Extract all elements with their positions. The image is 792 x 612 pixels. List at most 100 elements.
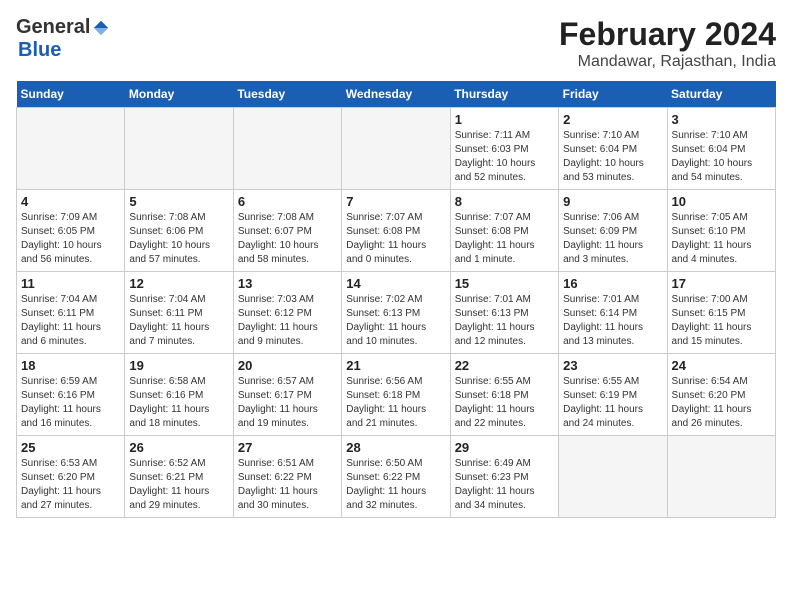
day-info: Sunrise: 6:51 AM Sunset: 6:22 PM Dayligh… — [238, 457, 337, 513]
day-number: 24 — [672, 358, 771, 373]
day-number: 27 — [238, 440, 337, 455]
calendar-day — [125, 108, 233, 190]
day-info: Sunrise: 7:02 AM Sunset: 6:13 PM Dayligh… — [346, 293, 445, 349]
day-number: 8 — [455, 194, 554, 209]
calendar-day — [342, 108, 450, 190]
day-info: Sunrise: 7:01 AM Sunset: 6:13 PM Dayligh… — [455, 293, 554, 349]
day-number: 7 — [346, 194, 445, 209]
day-number: 1 — [455, 112, 554, 127]
logo-general-text: General — [16, 16, 90, 39]
calendar-day: 5 Sunrise: 7:08 AM Sunset: 6:06 PM Daylig… — [125, 190, 233, 272]
calendar-day — [667, 436, 775, 518]
calendar-day: 17 Sunrise: 7:00 AM Sunset: 6:15 PM Dayli… — [667, 272, 775, 354]
day-number: 25 — [21, 440, 120, 455]
calendar-day: 24 Sunrise: 6:54 AM Sunset: 6:20 PM Dayli… — [667, 354, 775, 436]
day-info: Sunrise: 7:10 AM Sunset: 6:04 PM Dayligh… — [672, 129, 771, 185]
day-number: 28 — [346, 440, 445, 455]
calendar-day: 9Sunrise: 7:06 AM Sunset: 6:09 PM Daylig… — [559, 190, 667, 272]
calendar-day: 21 Sunrise: 6:56 AM Sunset: 6:18 PM Dayli… — [342, 354, 450, 436]
day-number: 26 — [129, 440, 228, 455]
calendar-table: SundayMondayTuesdayWednesdayThursdayFrid… — [16, 81, 776, 518]
day-header-monday: Monday — [125, 81, 233, 108]
calendar-week-1: 1 Sunrise: 7:11 AM Sunset: 6:03 PM Daylig… — [17, 108, 776, 190]
day-number: 19 — [129, 358, 228, 373]
calendar-day: 8Sunrise: 7:07 AM Sunset: 6:08 PM Daylig… — [450, 190, 558, 272]
day-info: Sunrise: 7:09 AM Sunset: 6:05 PM Dayligh… — [21, 211, 120, 267]
day-header-tuesday: Tuesday — [233, 81, 341, 108]
day-number: 4 — [21, 194, 120, 209]
calendar-day: 10Sunrise: 7:05 AM Sunset: 6:10 PM Dayli… — [667, 190, 775, 272]
calendar-day — [17, 108, 125, 190]
day-info: Sunrise: 6:49 AM Sunset: 6:23 PM Dayligh… — [455, 457, 554, 513]
day-info: Sunrise: 6:56 AM Sunset: 6:18 PM Dayligh… — [346, 375, 445, 431]
calendar-day: 28 Sunrise: 6:50 AM Sunset: 6:22 PM Dayli… — [342, 436, 450, 518]
day-header-wednesday: Wednesday — [342, 81, 450, 108]
calendar-day: 20 Sunrise: 6:57 AM Sunset: 6:17 PM Dayli… — [233, 354, 341, 436]
calendar-week-3: 11 Sunrise: 7:04 AM Sunset: 6:11 PM Dayli… — [17, 272, 776, 354]
calendar-day — [233, 108, 341, 190]
month-title: February 2024 — [559, 16, 776, 53]
calendar-day: 1 Sunrise: 7:11 AM Sunset: 6:03 PM Daylig… — [450, 108, 558, 190]
calendar-day: 29 Sunrise: 6:49 AM Sunset: 6:23 PM Dayli… — [450, 436, 558, 518]
calendar-day: 11 Sunrise: 7:04 AM Sunset: 6:11 PM Dayli… — [17, 272, 125, 354]
day-info: Sunrise: 7:03 AM Sunset: 6:12 PM Dayligh… — [238, 293, 337, 349]
day-number: 15 — [455, 276, 554, 291]
day-number: 21 — [346, 358, 445, 373]
calendar-day: 26 Sunrise: 6:52 AM Sunset: 6:21 PM Dayli… — [125, 436, 233, 518]
calendar-day: 27 Sunrise: 6:51 AM Sunset: 6:22 PM Dayli… — [233, 436, 341, 518]
day-info: Sunrise: 6:58 AM Sunset: 6:16 PM Dayligh… — [129, 375, 228, 431]
day-info: Sunrise: 7:08 AM Sunset: 6:06 PM Dayligh… — [129, 211, 228, 267]
title-area: February 2024 Mandawar, Rajasthan, India — [559, 16, 776, 71]
calendar-day: 3 Sunrise: 7:10 AM Sunset: 6:04 PM Daylig… — [667, 108, 775, 190]
day-info: Sunrise: 7:01 AM Sunset: 6:14 PM Dayligh… — [563, 293, 662, 349]
day-number: 22 — [455, 358, 554, 373]
day-number: 20 — [238, 358, 337, 373]
day-info: Sunrise: 6:53 AM Sunset: 6:20 PM Dayligh… — [21, 457, 120, 513]
calendar-day: 14 Sunrise: 7:02 AM Sunset: 6:13 PM Dayli… — [342, 272, 450, 354]
day-info: Sunrise: 7:11 AM Sunset: 6:03 PM Dayligh… — [455, 129, 554, 185]
day-number: 9 — [563, 194, 662, 209]
day-number: 14 — [346, 276, 445, 291]
day-number: 13 — [238, 276, 337, 291]
day-number: 12 — [129, 276, 228, 291]
day-number: 17 — [672, 276, 771, 291]
day-info: Sunrise: 7:05 AM Sunset: 6:10 PM Dayligh… — [672, 211, 771, 267]
calendar-day: 22Sunrise: 6:55 AM Sunset: 6:18 PM Dayli… — [450, 354, 558, 436]
calendar-week-2: 4 Sunrise: 7:09 AM Sunset: 6:05 PM Daylig… — [17, 190, 776, 272]
day-number: 6 — [238, 194, 337, 209]
day-info: Sunrise: 6:57 AM Sunset: 6:17 PM Dayligh… — [238, 375, 337, 431]
calendar-day: 7Sunrise: 7:07 AM Sunset: 6:08 PM Daylig… — [342, 190, 450, 272]
day-number: 29 — [455, 440, 554, 455]
day-header-thursday: Thursday — [450, 81, 558, 108]
day-number: 3 — [672, 112, 771, 127]
day-number: 5 — [129, 194, 228, 209]
calendar-body: 1 Sunrise: 7:11 AM Sunset: 6:03 PM Daylig… — [17, 108, 776, 518]
logo-icon — [92, 19, 110, 37]
day-header-saturday: Saturday — [667, 81, 775, 108]
day-number: 23 — [563, 358, 662, 373]
location-subtitle: Mandawar, Rajasthan, India — [559, 53, 776, 71]
calendar-day: 18Sunrise: 6:59 AM Sunset: 6:16 PM Dayli… — [17, 354, 125, 436]
day-info: Sunrise: 6:59 AM Sunset: 6:16 PM Dayligh… — [21, 375, 120, 431]
calendar-day: 25 Sunrise: 6:53 AM Sunset: 6:20 PM Dayli… — [17, 436, 125, 518]
calendar-day — [559, 436, 667, 518]
day-header-sunday: Sunday — [17, 81, 125, 108]
logo: General Blue — [16, 16, 110, 62]
day-info: Sunrise: 6:55 AM Sunset: 6:19 PM Dayligh… — [563, 375, 662, 431]
calendar-day: 13 Sunrise: 7:03 AM Sunset: 6:12 PM Dayli… — [233, 272, 341, 354]
calendar-day: 2Sunrise: 7:10 AM Sunset: 6:04 PM Daylig… — [559, 108, 667, 190]
day-info: Sunrise: 6:54 AM Sunset: 6:20 PM Dayligh… — [672, 375, 771, 431]
day-info: Sunrise: 7:08 AM Sunset: 6:07 PM Dayligh… — [238, 211, 337, 267]
day-info: Sunrise: 7:00 AM Sunset: 6:15 PM Dayligh… — [672, 293, 771, 349]
day-info: Sunrise: 6:52 AM Sunset: 6:21 PM Dayligh… — [129, 457, 228, 513]
page-header: General Blue February 2024 Mandawar, Raj… — [16, 16, 776, 71]
calendar-header-row: SundayMondayTuesdayWednesdayThursdayFrid… — [17, 81, 776, 108]
day-number: 11 — [21, 276, 120, 291]
day-info: Sunrise: 6:50 AM Sunset: 6:22 PM Dayligh… — [346, 457, 445, 513]
calendar-day: 23 Sunrise: 6:55 AM Sunset: 6:19 PM Dayli… — [559, 354, 667, 436]
day-info: Sunrise: 7:04 AM Sunset: 6:11 PM Dayligh… — [21, 293, 120, 349]
day-info: Sunrise: 7:04 AM Sunset: 6:11 PM Dayligh… — [129, 293, 228, 349]
logo-blue-text: Blue — [18, 39, 61, 62]
calendar-day: 19 Sunrise: 6:58 AM Sunset: 6:16 PM Dayli… — [125, 354, 233, 436]
calendar-day: 16Sunrise: 7:01 AM Sunset: 6:14 PM Dayli… — [559, 272, 667, 354]
